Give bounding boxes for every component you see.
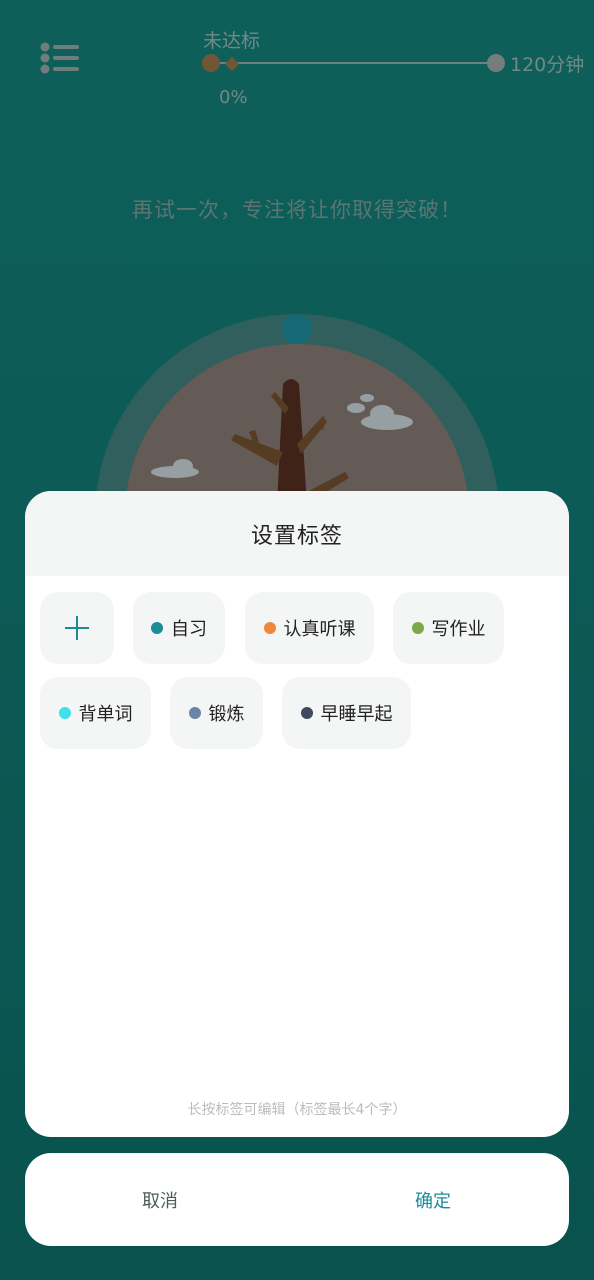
sheet-title: 设置标签 — [250, 523, 343, 549]
tag-label: 自习 — [171, 619, 207, 640]
sheet-header: 设置标签 — [25, 491, 569, 576]
tag-color-dot — [300, 707, 313, 719]
tag-label: 背单词 — [78, 704, 133, 725]
set-tag-sheet: 设置标签 自习 认真听课 写作业 背单词 锻炼 早睡早起 长按标签可编辑（标签最… — [25, 491, 569, 1137]
action-bar: 取消 确定 — [25, 1153, 569, 1246]
tag-color-dot — [188, 707, 201, 719]
tag-label: 认真听课 — [283, 619, 356, 640]
confirm-button[interactable]: 确定 — [388, 1153, 478, 1246]
cancel-button[interactable]: 取消 — [115, 1153, 205, 1246]
tag-label: 写作业 — [431, 619, 486, 640]
tag-item[interactable]: 写作业 — [393, 592, 504, 664]
tag-item[interactable]: 早睡早起 — [282, 677, 411, 749]
tag-color-dot — [411, 622, 424, 634]
tag-item[interactable]: 背单词 — [40, 677, 151, 749]
tag-color-dot — [58, 707, 71, 719]
tag-color-dot — [151, 622, 163, 634]
tag-color-dot — [263, 622, 276, 634]
tag-label: 锻炼 — [208, 704, 245, 725]
tag-label: 早睡早起 — [320, 704, 393, 725]
add-tag-button[interactable] — [40, 592, 114, 664]
tag-item[interactable]: 锻炼 — [170, 677, 263, 749]
edit-hint: 长按标签可编辑（标签最长4个字） — [187, 1102, 407, 1118]
plus-icon — [65, 616, 89, 640]
tag-item[interactable]: 自习 — [133, 592, 225, 664]
tag-item[interactable]: 认真听课 — [245, 592, 374, 664]
